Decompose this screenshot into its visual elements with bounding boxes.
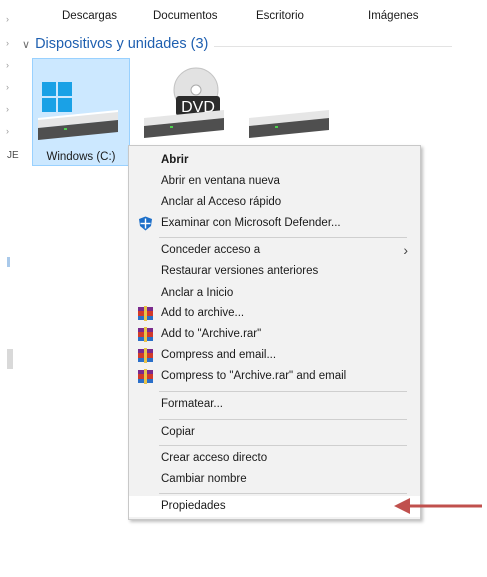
section-title: Dispositivos y unidades (3) [35, 36, 209, 52]
menu-item-compress-email[interactable]: Compress and email... [129, 345, 420, 366]
dvd-drive-icon[interactable]: DVD [142, 66, 234, 142]
winrar-icon [138, 306, 153, 321]
menu-separator [159, 391, 407, 392]
folders-row: Descargas Documentos Escritorio Imágenes [0, 10, 487, 28]
folder-escritorio[interactable]: Escritorio [256, 10, 304, 22]
menu-item-add-to-archive-rar[interactable]: Add to "Archive.rar" [129, 324, 420, 345]
nav-pane-marker [7, 257, 10, 267]
windows-drive-icon [38, 82, 118, 140]
nav-pane-scrollbar[interactable] [7, 349, 13, 369]
menu-separator [159, 419, 407, 420]
expand-arrow-icon[interactable]: › [6, 38, 9, 48]
folder-descargas[interactable]: Descargas [62, 10, 117, 22]
menu-item-conceder-acceso[interactable]: Conceder acceso a › [129, 240, 420, 261]
menu-item-cambiar-nombre[interactable]: Cambiar nombre [129, 469, 420, 490]
menu-separator [159, 237, 407, 238]
drive-icon[interactable] [247, 96, 335, 142]
folder-documentos[interactable]: Documentos [153, 10, 218, 22]
menu-item-crear-acceso-directo[interactable]: Crear acceso directo [129, 448, 420, 469]
menu-item-restaurar-versiones[interactable]: Restaurar versiones anteriores [129, 261, 420, 282]
drive-c-label[interactable]: Windows (C:) [32, 151, 130, 163]
menu-separator [159, 493, 407, 494]
expand-arrow-icon[interactable]: › [6, 126, 9, 136]
context-menu: Abrir Abrir en ventana nueva Anclar al A… [128, 145, 421, 520]
section-header[interactable]: ∨ Dispositivos y unidades (3) [22, 36, 208, 52]
menu-item-abrir-ventana-nueva[interactable]: Abrir en ventana nueva [129, 171, 420, 192]
section-divider [214, 46, 452, 47]
menu-item-compress-to-archive-email[interactable]: Compress to "Archive.rar" and email [129, 366, 420, 387]
menu-item-add-to-archive[interactable]: Add to archive... [129, 303, 420, 324]
menu-item-formatear[interactable]: Formatear... [129, 394, 420, 415]
expand-arrow-icon[interactable]: › [6, 60, 9, 70]
annotation-arrow-icon [394, 498, 482, 514]
menu-item-copiar[interactable]: Copiar [129, 422, 420, 443]
expand-arrow-icon[interactable]: › [6, 14, 9, 24]
menu-item-anclar-inicio[interactable]: Anclar a Inicio [129, 283, 420, 304]
defender-icon [139, 216, 152, 231]
chevron-down-icon[interactable]: ∨ [22, 38, 30, 51]
expand-arrow-icon[interactable]: › [6, 104, 9, 114]
nav-pane-label[interactable]: JE [7, 150, 19, 161]
menu-item-examinar-defender[interactable]: Examinar con Microsoft Defender... [129, 213, 420, 234]
menu-item-abrir[interactable]: Abrir [129, 150, 420, 171]
menu-separator [159, 445, 407, 446]
winrar-icon [138, 348, 153, 363]
submenu-arrow-icon: › [403, 242, 408, 258]
menu-item-propiedades[interactable]: Propiedades [129, 496, 420, 517]
folder-imagenes[interactable]: Imágenes [368, 10, 419, 22]
expand-arrow-icon[interactable]: › [6, 82, 9, 92]
menu-item-anclar-acceso-rapido[interactable]: Anclar al Acceso rápido [129, 192, 420, 213]
winrar-icon [138, 327, 153, 342]
winrar-icon [138, 369, 153, 384]
